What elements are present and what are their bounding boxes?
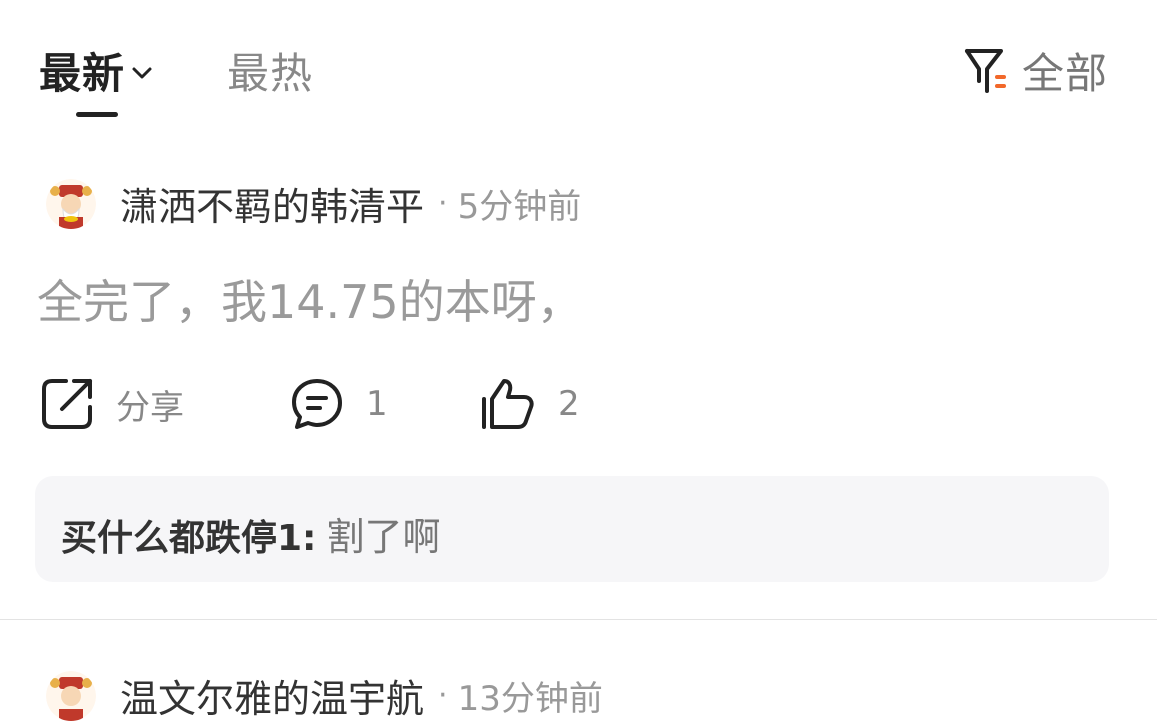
like-button[interactable]: 2 <box>480 374 580 434</box>
tab-hot[interactable]: 最热 <box>227 40 313 101</box>
separator-dot: · <box>438 186 448 221</box>
thumbs-up-icon <box>482 379 534 429</box>
comment-time: 5分钟前 <box>457 187 582 227</box>
filter-icon <box>964 48 1006 93</box>
filter-label: 全部 <box>1021 49 1108 98</box>
comment-header: 温文尔雅的温宇航 · 13分钟前 <box>46 668 603 723</box>
active-tab-indicator <box>76 112 118 117</box>
reply-button[interactable]: 1 <box>290 374 388 434</box>
share-button[interactable]: 分享 <box>40 374 184 434</box>
avatar[interactable] <box>46 178 96 229</box>
like-count: 2 <box>558 384 580 424</box>
filter-button[interactable]: 全部 <box>964 40 1108 101</box>
comment-username[interactable]: 潇洒不羁的韩清平 <box>120 176 424 231</box>
comment-actions: 分享 1 2 <box>40 374 740 434</box>
share-label: 分享 <box>116 387 184 428</box>
chevron-down-icon <box>132 67 152 78</box>
comment-text: 全完了，我14.75的本呀， <box>37 275 583 329</box>
comment-bubble-icon <box>292 379 342 429</box>
comment-divider <box>0 619 1157 620</box>
reply-text: 割了啊 <box>326 515 441 559</box>
tab-latest[interactable]: 最新 <box>39 40 153 101</box>
avatar[interactable] <box>46 670 96 721</box>
reply-line: 买什么都跌停1: 割了啊 <box>61 506 440 561</box>
sort-tab-bar: 最新 最热 全部 <box>0 0 1157 130</box>
comment-header: 潇洒不羁的韩清平 · 5分钟前 <box>46 176 581 231</box>
separator-dot: · <box>438 678 448 713</box>
comment-username[interactable]: 温文尔雅的温宇航 <box>120 668 424 723</box>
share-icon <box>42 379 92 429</box>
comment-time: 13分钟前 <box>457 679 603 719</box>
reply-username[interactable]: 买什么都跌停1: <box>61 518 316 559</box>
tab-latest-label: 最新 <box>39 49 126 98</box>
reply-preview[interactable]: 买什么都跌停1: 割了啊 <box>35 476 1109 582</box>
reply-count: 1 <box>366 384 388 424</box>
